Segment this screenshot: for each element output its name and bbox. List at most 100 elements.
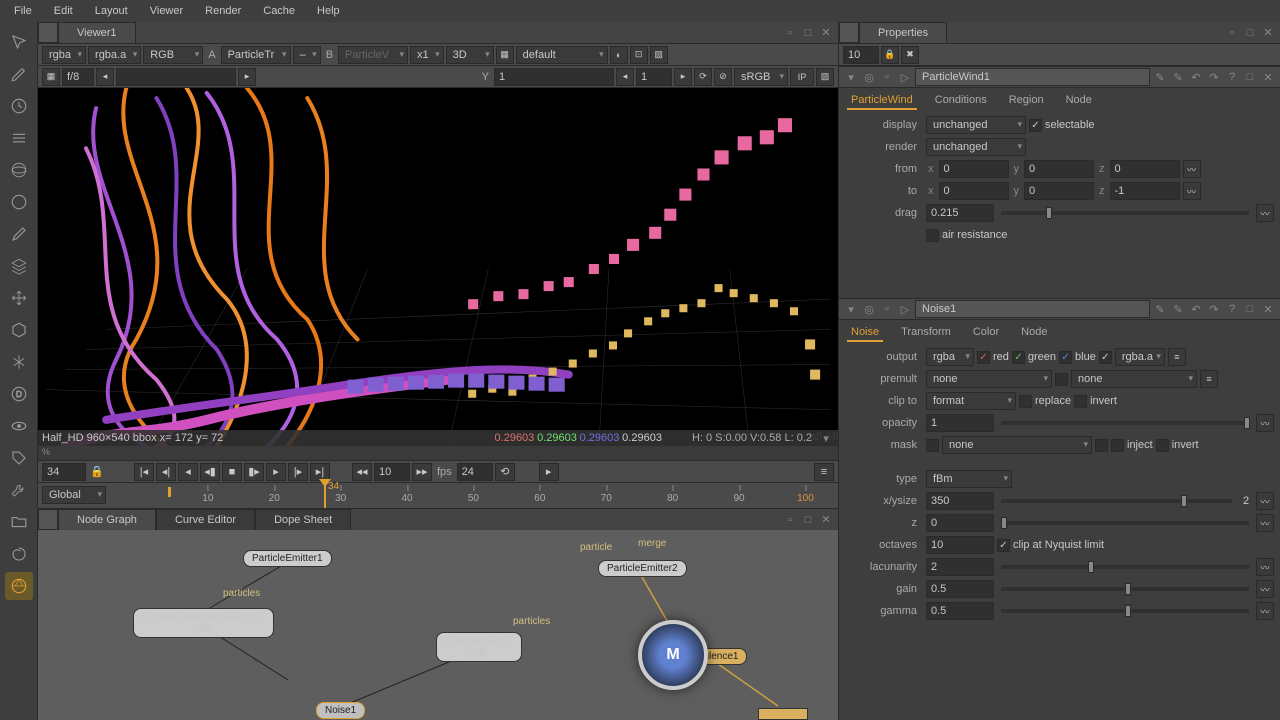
tool-hex-icon[interactable] xyxy=(5,316,33,344)
loop-button[interactable]: ⟲ xyxy=(495,463,515,481)
menu-file[interactable]: File xyxy=(4,2,42,20)
menu-cache[interactable]: Cache xyxy=(253,2,305,20)
opacity-anim-icon[interactable]: 〰 xyxy=(1256,414,1274,432)
panel1-tri-icon[interactable]: ▷ xyxy=(897,69,913,85)
tool-move-icon[interactable] xyxy=(5,284,33,312)
menu-viewer[interactable]: Viewer xyxy=(140,2,193,20)
ng-float-icon[interactable]: ▫ xyxy=(782,512,798,528)
zoom-dropdown[interactable]: x1 xyxy=(410,46,444,64)
stop-button[interactable]: ■ xyxy=(222,463,242,481)
panel2-close-icon[interactable]: ✕ xyxy=(1260,301,1276,317)
panel1-float-icon[interactable]: ▫ xyxy=(879,69,895,85)
panel2-edit2-icon[interactable]: ✎ xyxy=(1170,301,1186,317)
display-dropdown[interactable]: unchanged xyxy=(926,116,1026,134)
panel2-help-icon[interactable]: ? xyxy=(1224,301,1240,317)
wipe-dropdown[interactable]: – xyxy=(293,46,321,64)
tool-eye-icon[interactable] xyxy=(5,412,33,440)
opacity-slider[interactable] xyxy=(1001,421,1249,425)
view-lock-icon[interactable]: ▦ xyxy=(496,46,514,64)
to-x-input[interactable] xyxy=(939,182,1009,200)
goto-last-button[interactable]: ▸| xyxy=(310,463,330,481)
panel1-tab-region[interactable]: Region xyxy=(1005,92,1048,110)
props-float-icon[interactable]: ▫ xyxy=(1224,25,1240,41)
panel2-tab-node[interactable]: Node xyxy=(1017,324,1051,342)
pause-icon[interactable]: ▦ xyxy=(42,68,60,86)
tool-tag-icon[interactable] xyxy=(5,444,33,472)
panel2-undo-icon[interactable]: ↶ xyxy=(1188,301,1204,317)
panel1-tab-conditions[interactable]: Conditions xyxy=(931,92,991,110)
gamma-dec[interactable]: ◂ xyxy=(616,68,634,86)
x-input[interactable] xyxy=(116,68,236,86)
play-button[interactable]: ▸ xyxy=(266,463,286,481)
tool-snow-icon[interactable] xyxy=(5,348,33,376)
menu-layout[interactable]: Layout xyxy=(85,2,138,20)
gain-input[interactable] xyxy=(926,580,994,598)
z-slider[interactable] xyxy=(1001,521,1249,525)
tool-wrench-icon[interactable] xyxy=(5,476,33,504)
alpha-out-dropdown[interactable]: rgba.a xyxy=(1115,348,1165,366)
invert-checkbox[interactable] xyxy=(1074,395,1087,408)
current-frame-input[interactable] xyxy=(42,463,86,481)
tab-handle[interactable] xyxy=(38,22,58,43)
panel1-center-icon[interactable]: ◎ xyxy=(861,69,877,85)
clipwarn-icon[interactable]: ◐ xyxy=(610,46,628,64)
gamma-slider[interactable] xyxy=(1001,609,1249,613)
ng-close-icon[interactable]: ✕ xyxy=(818,512,834,528)
alpha-checkbox[interactable] xyxy=(1099,351,1112,364)
panel2-float2-icon[interactable]: □ xyxy=(1242,301,1258,317)
tool-aperture-icon[interactable] xyxy=(5,572,33,600)
increment-input[interactable] xyxy=(374,463,410,481)
clip-dropdown[interactable]: format xyxy=(926,392,1016,410)
panel2-tab-transform[interactable]: Transform xyxy=(897,324,955,342)
fstop-input[interactable] xyxy=(62,68,94,86)
tool-sphere-icon[interactable] xyxy=(5,156,33,184)
green-checkbox[interactable] xyxy=(1012,351,1025,364)
tool-lines-icon[interactable] xyxy=(5,124,33,152)
props-max-icon[interactable]: □ xyxy=(1242,25,1258,41)
node-particle-emitter1[interactable]: ParticleEmitter1 xyxy=(243,550,332,567)
props-close-icon[interactable]: ✕ xyxy=(1260,25,1276,41)
tool-cursor-icon[interactable] xyxy=(5,28,33,56)
gamma2-input[interactable] xyxy=(926,602,994,620)
skip-fwd-button[interactable]: ▸▸ xyxy=(412,463,432,481)
drag-input[interactable] xyxy=(926,204,994,222)
colorspace-dropdown[interactable]: RGB xyxy=(143,46,203,64)
menu-render[interactable]: Render xyxy=(195,2,251,20)
drag-anim-icon[interactable]: 〰 xyxy=(1256,204,1274,222)
lut-dropdown[interactable]: default xyxy=(516,46,608,64)
to-z-input[interactable] xyxy=(1110,182,1180,200)
tab-max-icon[interactable]: □ xyxy=(800,25,816,41)
panel2-name-input[interactable] xyxy=(915,300,1150,318)
channel-dropdown[interactable]: rgba xyxy=(42,46,86,64)
skip-back-button[interactable]: ◂◂ xyxy=(352,463,372,481)
panel2-collapse[interactable]: ▾ xyxy=(843,301,859,317)
tab-nodegraph[interactable]: Node Graph xyxy=(58,509,156,530)
panel1-tab-node[interactable]: Node xyxy=(1062,92,1096,110)
type-dropdown[interactable]: fBm xyxy=(926,470,1012,488)
panel1-undo-icon[interactable]: ↶ xyxy=(1188,69,1204,85)
playhead[interactable] xyxy=(324,483,326,508)
props-clear-icon[interactable]: ✖ xyxy=(901,46,919,64)
gain-slider[interactable] xyxy=(1001,587,1249,591)
from-z-input[interactable] xyxy=(1110,160,1180,178)
premult-menu-icon[interactable]: ≡ xyxy=(1200,370,1218,388)
tool-pen-icon[interactable] xyxy=(5,60,33,88)
premult-dropdown[interactable]: none xyxy=(926,370,1052,388)
time-ruler[interactable]: Global 10 20 30 40 50 60 70 80 90 100 xyxy=(38,482,838,508)
lacunarity-input[interactable] xyxy=(926,558,994,576)
fps-input[interactable] xyxy=(457,463,493,481)
tab-properties[interactable]: Properties xyxy=(859,22,947,43)
roi-icon[interactable]: ⊡ xyxy=(630,46,648,64)
colorspace-out-dropdown[interactable]: sRGB xyxy=(734,68,788,86)
ng-max-icon[interactable]: □ xyxy=(800,512,816,528)
fstop-dec[interactable]: ◂ xyxy=(96,68,114,86)
z-anim-icon[interactable]: 〰 xyxy=(1256,514,1274,532)
tool-d-icon[interactable]: D xyxy=(5,380,33,408)
from-anim-icon[interactable]: 〰 xyxy=(1183,160,1201,178)
input-b-dropdown[interactable]: ParticleV xyxy=(338,46,408,64)
mask-enable-checkbox[interactable] xyxy=(926,439,939,452)
output-menu-icon[interactable]: ≡ xyxy=(1168,348,1186,366)
hatch-icon[interactable]: ▨ xyxy=(816,68,834,86)
prev-key-button[interactable]: ◂| xyxy=(156,463,176,481)
node-directional-force[interactable]: ParticleDirectionalForce1(all) xyxy=(133,608,274,638)
